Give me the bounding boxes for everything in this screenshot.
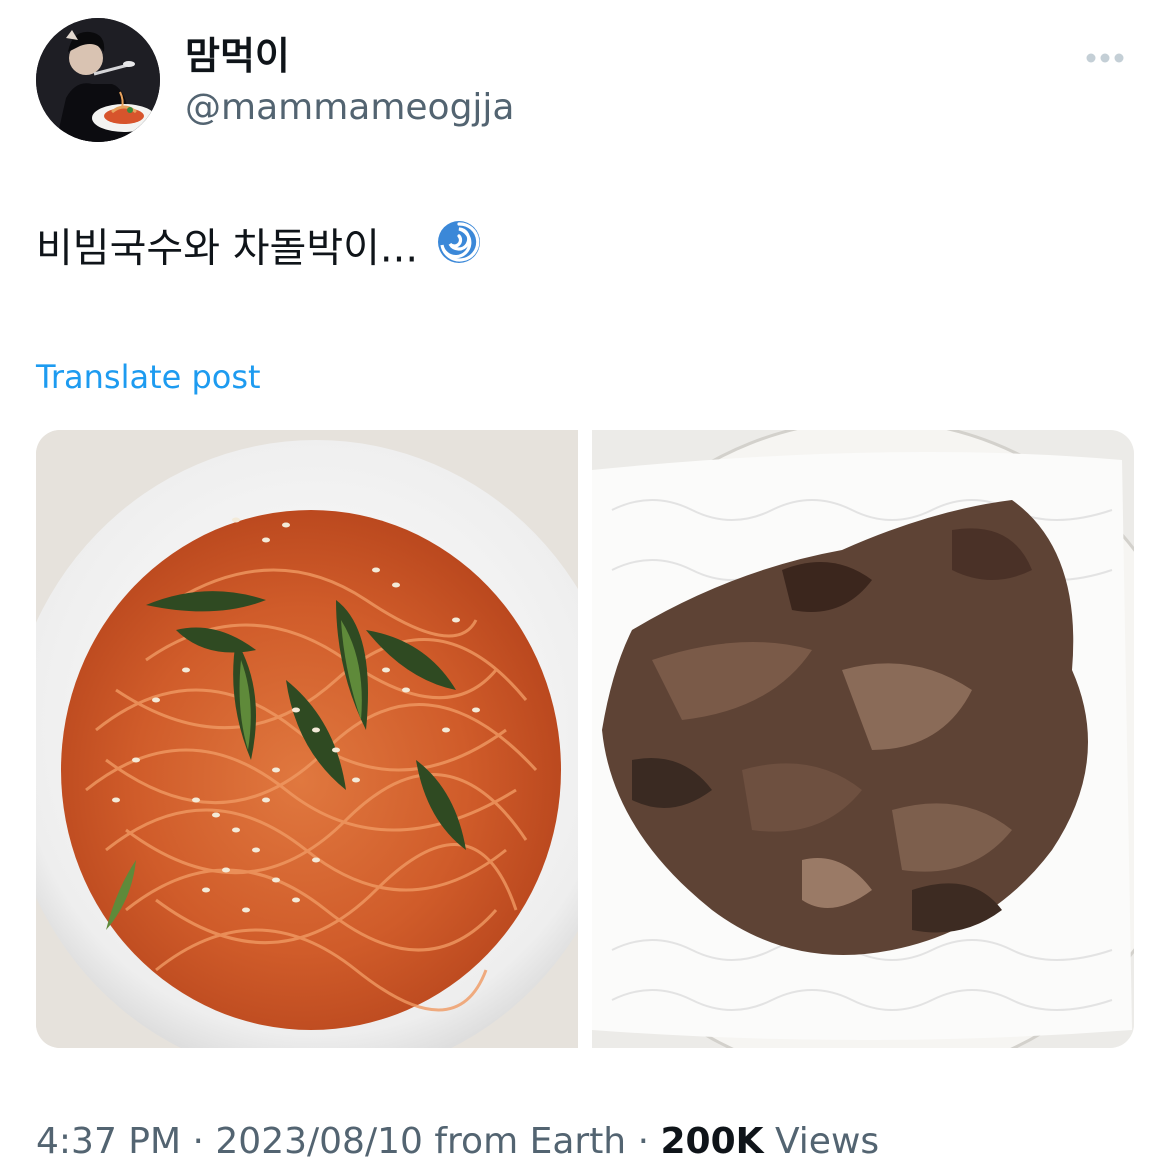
author-display-name[interactable]: 맘먹이 (185, 30, 290, 82)
tweet-date[interactable]: 2023/08/10 (215, 1121, 423, 1162)
avatar-image (36, 18, 160, 142)
views-count: 200K (660, 1121, 764, 1162)
meta-separator: · (181, 1121, 216, 1162)
tweet-text: 비빔국수와 차돌박이... (36, 218, 483, 283)
media-grid (36, 430, 1134, 1048)
tweet-text-content: 비빔국수와 차돌박이... (36, 225, 419, 272)
more-horizontal-icon (1086, 53, 1124, 63)
tweet-time[interactable]: 4:37 PM (36, 1121, 181, 1162)
tweet-source: from Earth (434, 1121, 627, 1162)
avatar[interactable] (36, 18, 160, 142)
meta-separator-2: · (626, 1121, 661, 1162)
more-options-button[interactable] (1080, 40, 1130, 76)
views-label: Views (774, 1121, 880, 1162)
translate-post-link[interactable]: Translate post (36, 352, 261, 402)
beef-brisket-photo[interactable] (592, 430, 1134, 1048)
bibim-noodles-photo[interactable] (36, 430, 578, 1048)
author-handle[interactable]: @mammameogjja (185, 82, 514, 134)
cyclone-emoji-icon (435, 218, 483, 283)
tweet-meta: 4:37 PM · 2023/08/10 from Earth · 200K V… (36, 1116, 879, 1168)
